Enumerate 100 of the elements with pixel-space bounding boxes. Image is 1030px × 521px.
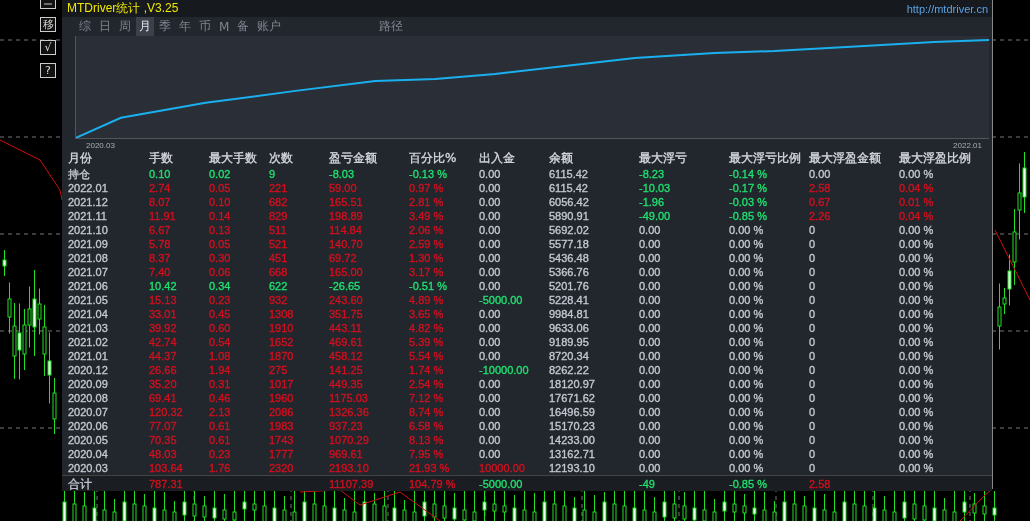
table-cell: -5000.00 [479, 478, 523, 491]
table-cell: 0.00 [479, 307, 501, 320]
table-cell: 103.64 [149, 461, 183, 474]
window-title: MTDriver统计 ,V3.25 [67, 0, 179, 17]
table-cell: 15.13 [149, 293, 177, 306]
table-cell: 0.00 [479, 335, 501, 348]
table-cell: 14233.00 [549, 433, 595, 446]
table-cell: 165.51 [329, 195, 363, 208]
table-cell: 0.00 [639, 307, 661, 320]
tab[interactable]: 季 [156, 17, 174, 36]
table-cell: 59.00 [329, 181, 357, 194]
column-header: 余额 [549, 149, 573, 167]
table-cell: 5228.41 [549, 293, 589, 306]
table-cell: 0.00 % [899, 307, 934, 320]
table-cell: 2021.11 [68, 209, 107, 222]
table-cell: -0.17 % [729, 181, 767, 194]
table-cell: 0.00 [639, 223, 661, 236]
table-cell: 0.00 [639, 391, 661, 404]
column-header: 次数 [269, 149, 293, 167]
table-cell: 198.89 [329, 209, 363, 222]
table-cell: -26.65 [329, 279, 361, 292]
table-cell: 11107.39 [329, 478, 374, 491]
table-cell: 15170.23 [549, 419, 595, 432]
table-cell: 0.00 % [899, 265, 934, 278]
table-cell: 2020.07 [68, 405, 108, 418]
table-cell: 0.00 [639, 405, 661, 418]
table-cell: 2021.12 [68, 195, 108, 208]
table-cell: 合计 [68, 475, 92, 493]
table-cell: 2020.09 [68, 377, 108, 390]
table-cell: 2020.08 [68, 391, 108, 404]
tab[interactable]: M [216, 18, 233, 35]
table-cell: 0.00 % [729, 237, 764, 250]
table-cell: 2021.02 [68, 335, 108, 348]
table-cell: 6115.42 [549, 168, 588, 181]
table-cell: 1960 [269, 391, 294, 404]
toolbar-button[interactable]: ? [40, 63, 56, 78]
table-cell: 0.00 % [899, 349, 934, 362]
table-cell: 0.00 [639, 461, 661, 474]
table-cell: 5201.76 [549, 279, 589, 292]
table-cell: 0.00 [479, 349, 501, 362]
toolbar-button[interactable]: √ [40, 40, 56, 55]
table-cell: 0.00 [639, 447, 661, 460]
table-cell: -49.00 [639, 209, 671, 222]
tab[interactable]: 综 [76, 17, 94, 36]
table-cell: 0 [809, 279, 816, 292]
tab[interactable]: 备 [234, 17, 253, 36]
toolbar-button[interactable]: 移 [40, 17, 56, 32]
table-cell: 0.00 % [729, 293, 764, 306]
table-cell: 0.04 % [899, 209, 934, 222]
table-cell: 8.37 [149, 251, 171, 264]
table-cell: 2.26 [809, 209, 831, 222]
tab[interactable]: 币 [196, 17, 214, 36]
table-cell: 0.05 [209, 181, 231, 194]
table-cell: 275 [269, 363, 288, 376]
table-cell: 449.35 [329, 377, 363, 390]
tab[interactable]: 周 [116, 17, 134, 36]
table-cell: 0.97 % [409, 181, 444, 194]
table-cell: 70.35 [149, 433, 177, 446]
table-cell: 0.00 % [729, 265, 764, 278]
table-cell: 0.00 [479, 405, 501, 418]
table-cell: -0.03 % [729, 195, 767, 208]
table-cell: 2086 [269, 405, 294, 418]
table-cell: 0.00 % [899, 433, 934, 446]
table-cell: 1983 [269, 419, 294, 432]
table-cell: 2021.05 [68, 293, 108, 306]
table-cell: 2020.12 [68, 363, 108, 376]
table-cell: 0.00 % [899, 447, 934, 460]
table-cell: 0 [809, 377, 816, 390]
table-cell: 0.00 % [899, 279, 934, 292]
table-cell: 0.00 [479, 237, 501, 250]
table-cell: 0 [809, 349, 816, 362]
table-cell: 0.05 [209, 237, 231, 250]
tab[interactable]: 月 [136, 17, 154, 36]
tab[interactable]: 账户 [254, 17, 285, 36]
table-cell: 0.45 [209, 307, 231, 320]
table-cell: 2.81 % [409, 195, 444, 208]
table-cell: 622 [269, 279, 288, 292]
table-cell: 5436.48 [549, 251, 589, 264]
table-cell: 0.54 [209, 335, 231, 348]
window-icon[interactable] [40, 0, 56, 9]
tab[interactable]: 路径 [376, 17, 407, 36]
table-cell: 9 [269, 168, 276, 181]
tab[interactable]: 年 [176, 17, 194, 36]
table-cell: 1.30 % [409, 251, 444, 264]
indicator-line [994, 229, 1030, 301]
table-cell: 0.00 [639, 419, 661, 432]
table-cell: 104.79 % [409, 478, 456, 491]
table-cell: 11.91 [149, 209, 176, 222]
table-cell: 0.61 [209, 419, 231, 432]
table-cell: 16496.59 [549, 405, 595, 418]
table-cell: 0.00 % [899, 321, 934, 334]
table-cell: 0.30 [209, 251, 231, 264]
table-cell: 2021.04 [68, 307, 108, 320]
table-cell: 0.00 % [729, 461, 764, 474]
website-link[interactable]: http://mtdriver.cn [906, 2, 988, 15]
tab[interactable]: 日 [96, 17, 114, 36]
table-cell: 0.00 % [729, 349, 764, 362]
table-cell: 2193.10 [329, 461, 369, 474]
table-cell: 2.58 [809, 181, 831, 194]
table-cell: 26.66 [149, 363, 177, 376]
